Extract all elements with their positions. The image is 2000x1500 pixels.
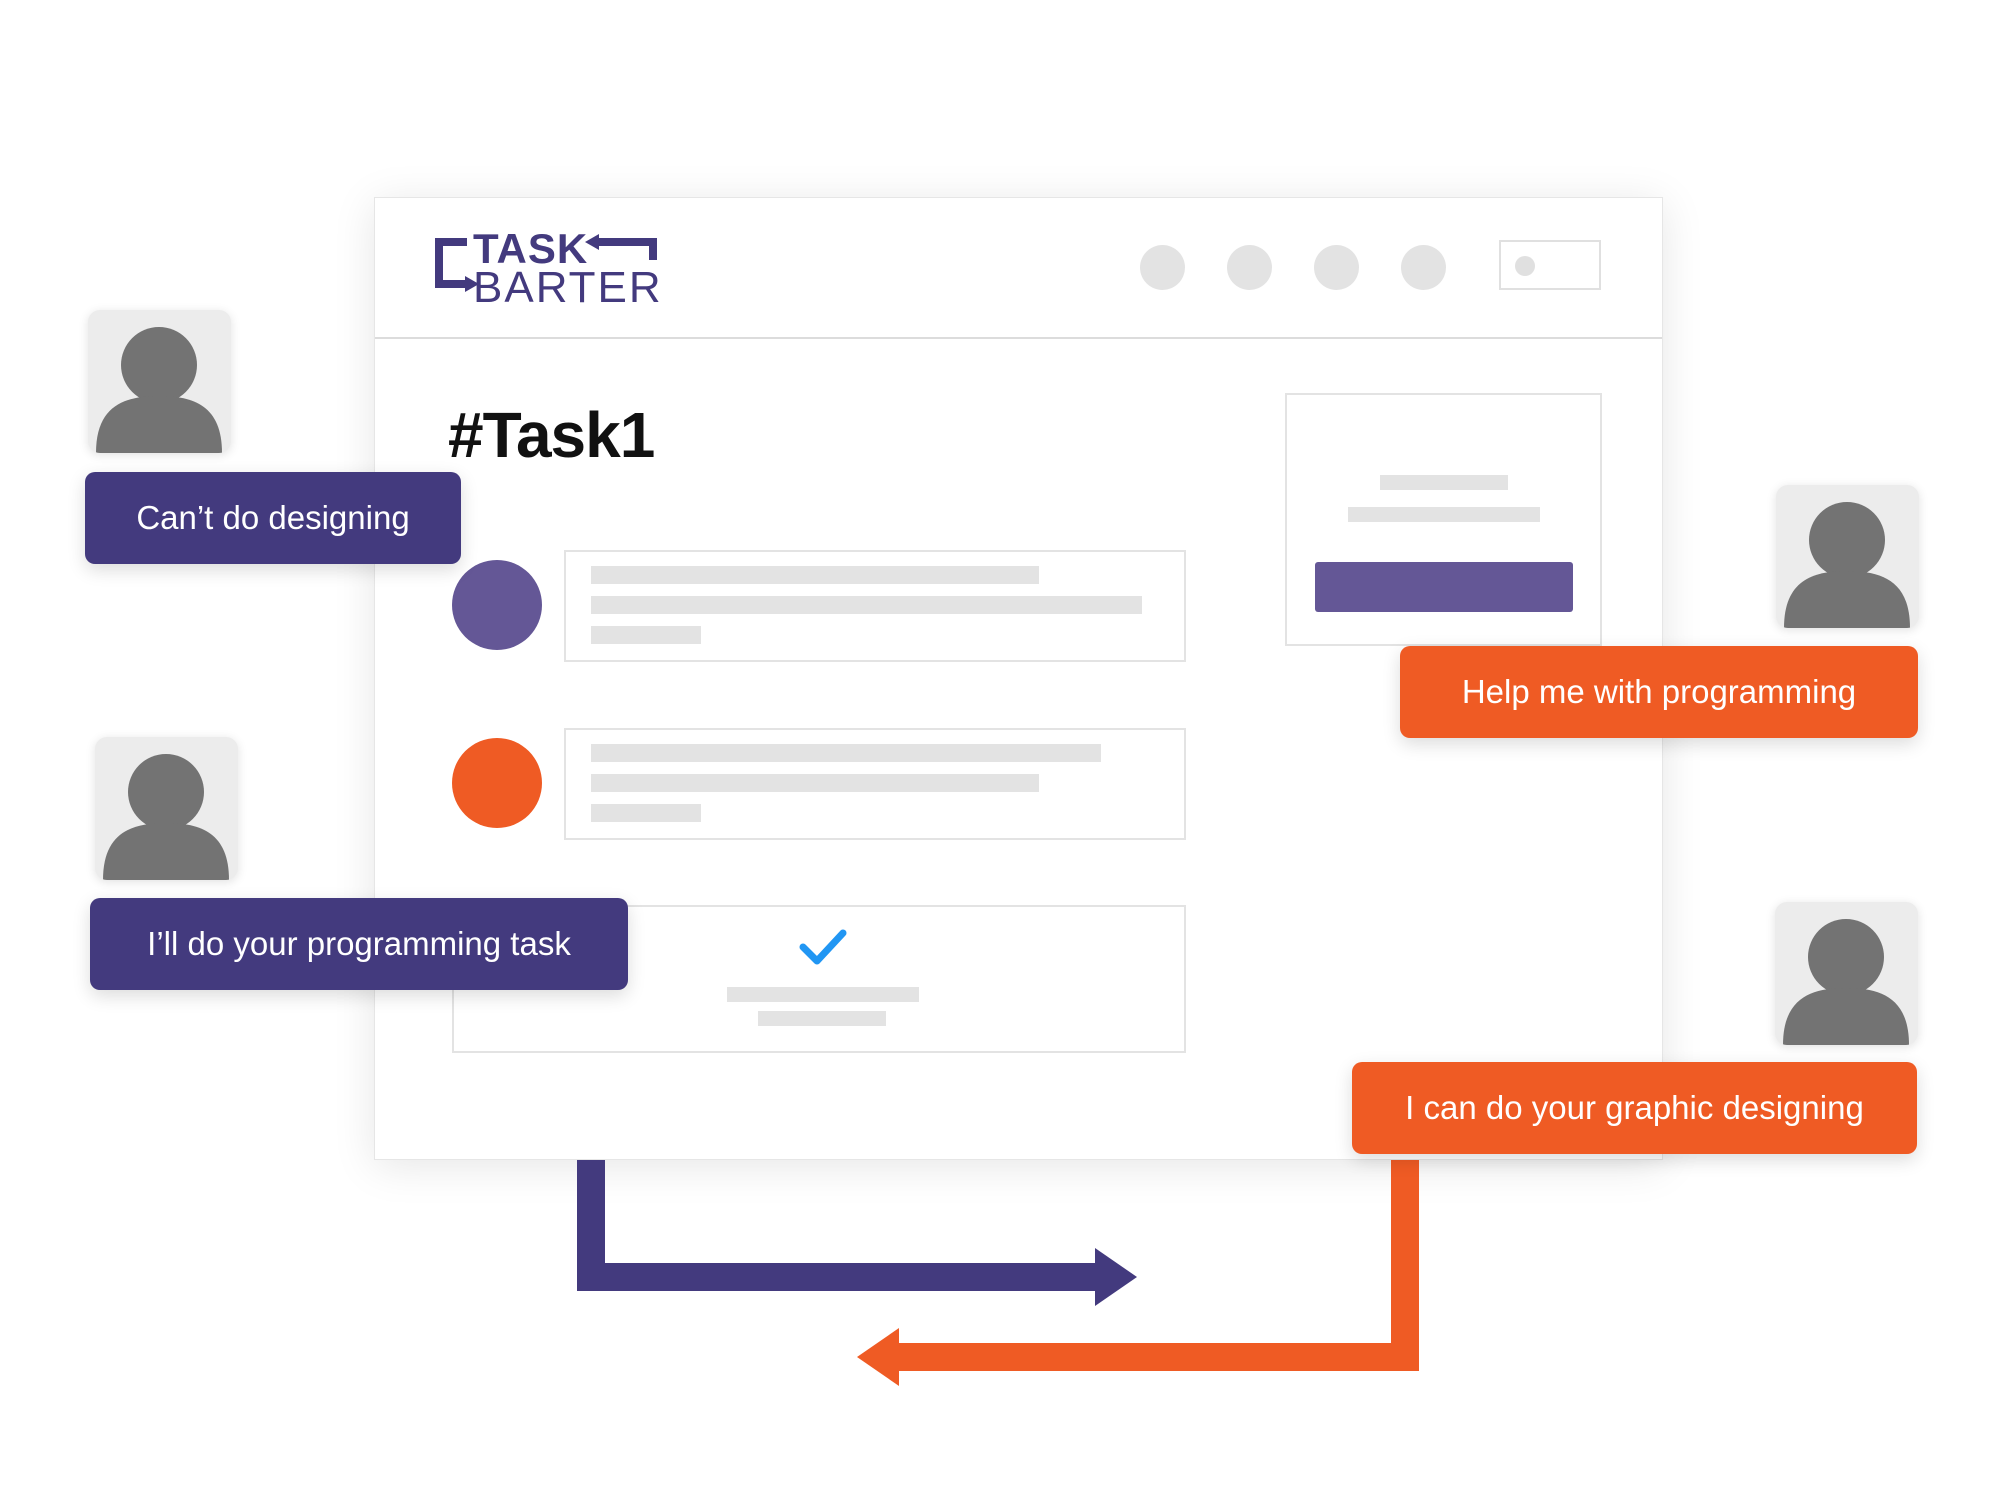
message-text: I can do your graphic designing: [1405, 1089, 1864, 1126]
message-graphic-design-offer: I can do your graphic designing: [1352, 1062, 1917, 1154]
arrow-right-icon: [577, 1160, 1137, 1306]
message-text: Can’t do designing: [136, 499, 410, 536]
user-avatar-icon: [103, 754, 229, 880]
message-text: I’ll do your programming task: [147, 925, 571, 962]
message-help-programming: Help me with programming: [1400, 646, 1918, 738]
message-text: Help me with programming: [1461, 673, 1857, 710]
exchange-arrows: [577, 1160, 1419, 1386]
user-avatar-1: [88, 310, 231, 453]
user-avatar-2: [95, 737, 238, 880]
message-cant-design: Can’t do designing: [85, 472, 461, 564]
user-avatar-3: [1776, 485, 1919, 628]
user-avatar-icon: [1783, 919, 1909, 1045]
message-programming-offer: I’ll do your programming task: [90, 898, 628, 990]
user-avatar-icon: [96, 327, 222, 453]
user-avatar-icon: [1784, 502, 1910, 628]
user-avatar-4: [1775, 902, 1918, 1045]
